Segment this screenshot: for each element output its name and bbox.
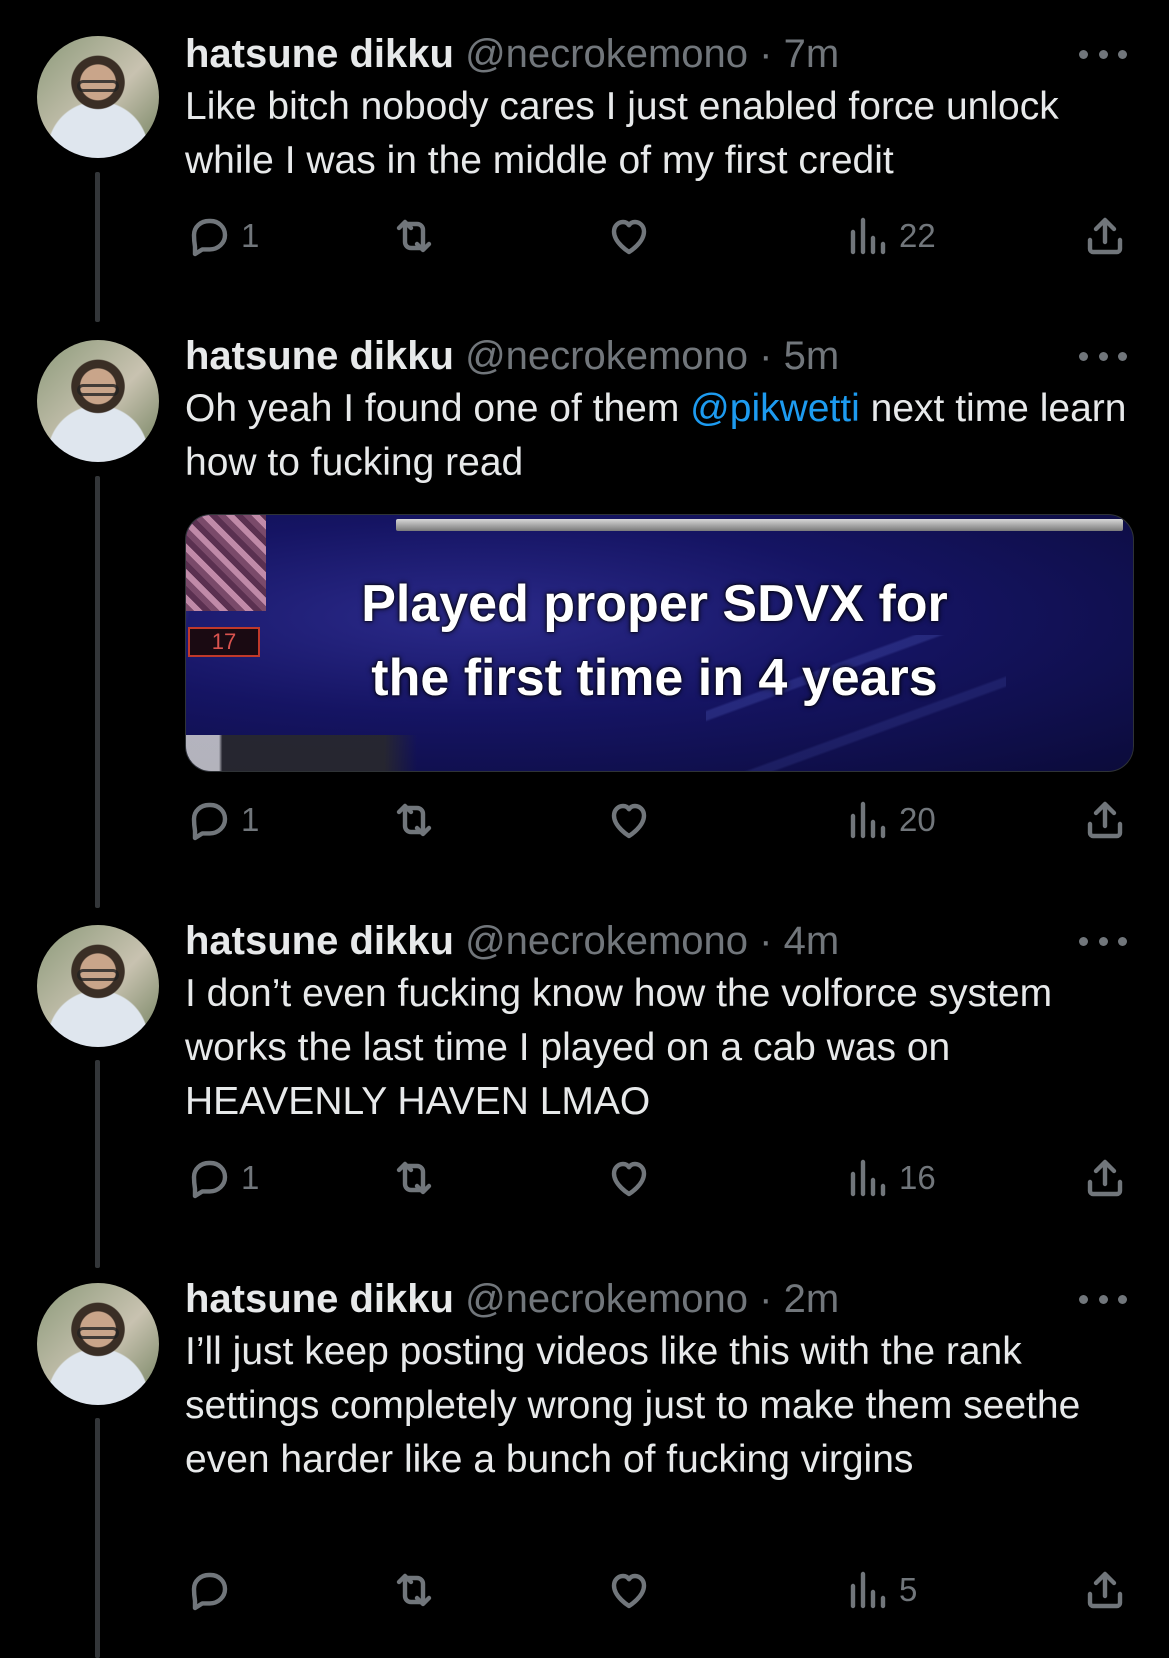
reply-button[interactable]: 1 [185,790,259,850]
more-icon[interactable] [1079,28,1127,80]
avatar[interactable] [37,340,159,462]
like-button[interactable] [605,206,653,266]
reply-count: 1 [241,217,260,254]
share-button[interactable] [1081,1560,1129,1620]
share-icon [1087,1159,1123,1197]
tweet-text: I don’t even fucking know how the volfor… [185,972,1053,1123]
views-count: 22 [899,217,936,254]
reply-icon [191,802,228,841]
avatar[interactable] [37,36,159,158]
views-count: 5 [899,1571,918,1608]
tweet-text: Like bitch nobody cares I just enabled f… [185,85,1059,182]
like-button[interactable] [605,1560,653,1620]
views-button[interactable]: 20 [843,790,936,850]
tweet-header: hatsune dikku @necrokemono · 7m [185,28,1139,80]
retweet-icon [396,803,432,837]
retweet-icon [396,1573,432,1607]
heart-icon [611,1161,647,1197]
share-icon [1087,217,1123,255]
reply-icon [191,218,228,257]
media-caption-line: Played proper SDVX for [361,575,948,633]
retweet-button[interactable] [390,1560,438,1620]
views-icon [850,217,886,255]
more-icon[interactable] [1079,330,1127,382]
user-handle[interactable]: @necrokemono [465,334,748,378]
reply-button[interactable]: 1 [185,206,259,266]
tweet-actions: 1 20 [185,790,1129,850]
views-icon [850,1159,886,1197]
reply-button[interactable]: 1 [185,1148,259,1208]
separator: · [748,334,784,378]
retweet-icon [396,219,432,253]
more-icon[interactable] [1079,915,1127,967]
heart-icon [611,219,647,255]
tweet-text-part: Oh yeah I found one of them [185,387,691,430]
views-button[interactable]: 16 [843,1148,936,1208]
share-button[interactable] [1081,1148,1129,1208]
views-button[interactable]: 5 [843,1560,917,1620]
retweet-icon [396,1161,432,1195]
thread-line [95,1060,100,1268]
tweet-header: hatsune dikku @necrokemono · 2m [185,1273,1139,1325]
tweet-actions: 5 [185,1560,1129,1620]
avatar[interactable] [37,1283,159,1405]
separator: · [748,919,784,963]
tweet-actions: 1 16 [185,1148,1129,1208]
display-name[interactable]: hatsune dikku [185,32,454,76]
share-button[interactable] [1081,790,1129,850]
more-icon[interactable] [1079,1273,1127,1325]
share-button[interactable] [1081,206,1129,266]
user-handle[interactable]: @necrokemono [465,32,748,76]
media-caption-line: the first time in 4 years [371,649,938,707]
views-button[interactable]: 22 [843,206,936,266]
media-hud-bottom [186,735,516,771]
like-button[interactable] [605,1148,653,1208]
separator: · [748,32,784,76]
avatar[interactable] [37,925,159,1047]
thread-line [95,476,100,908]
retweet-button[interactable] [390,206,438,266]
views-count: 16 [899,1159,936,1196]
like-button[interactable] [605,790,653,850]
heart-icon [611,803,647,839]
tweet-header: hatsune dikku @necrokemono · 5m [185,330,1139,382]
tweet-actions: 1 22 [185,206,1129,266]
tweet-header: hatsune dikku @necrokemono · 4m [185,915,1139,967]
tweet-media-video[interactable]: 17 Played proper SDVX for the first time… [185,514,1134,772]
level-badge: 17 [188,627,260,657]
display-name[interactable]: hatsune dikku [185,919,454,963]
heart-icon [611,1573,647,1609]
timestamp[interactable]: 4m [784,919,840,963]
retweet-button[interactable] [390,1148,438,1208]
share-icon [1087,801,1123,839]
thread-line [95,172,100,322]
display-name[interactable]: hatsune dikku [185,1277,454,1321]
reply-icon [191,1572,228,1611]
share-icon [1087,1571,1123,1609]
views-icon [850,1571,886,1609]
media-hud-bar [396,519,1123,531]
timestamp[interactable]: 5m [784,334,840,378]
song-jacket-image [186,515,266,611]
user-handle[interactable]: @necrokemono [465,919,748,963]
separator: · [748,1277,784,1321]
reply-icon [191,1160,228,1199]
display-name[interactable]: hatsune dikku [185,334,454,378]
thread-line [95,1418,100,1658]
views-icon [850,801,886,839]
views-count: 20 [899,801,936,838]
reply-count: 1 [241,801,260,838]
reply-count: 1 [241,1159,260,1196]
media-caption: Played proper SDVX for the first time in… [296,567,1013,715]
retweet-button[interactable] [390,790,438,850]
user-mention-link[interactable]: @pikwetti [690,387,860,430]
timestamp[interactable]: 2m [784,1277,840,1321]
timestamp[interactable]: 7m [784,32,840,76]
tweet-text: I’ll just keep posting videos like this … [185,1330,1081,1481]
user-handle[interactable]: @necrokemono [465,1277,748,1321]
tweet-text: Oh yeah I found one of them @pikwetti ne… [185,382,1139,490]
reply-button[interactable] [185,1560,241,1620]
